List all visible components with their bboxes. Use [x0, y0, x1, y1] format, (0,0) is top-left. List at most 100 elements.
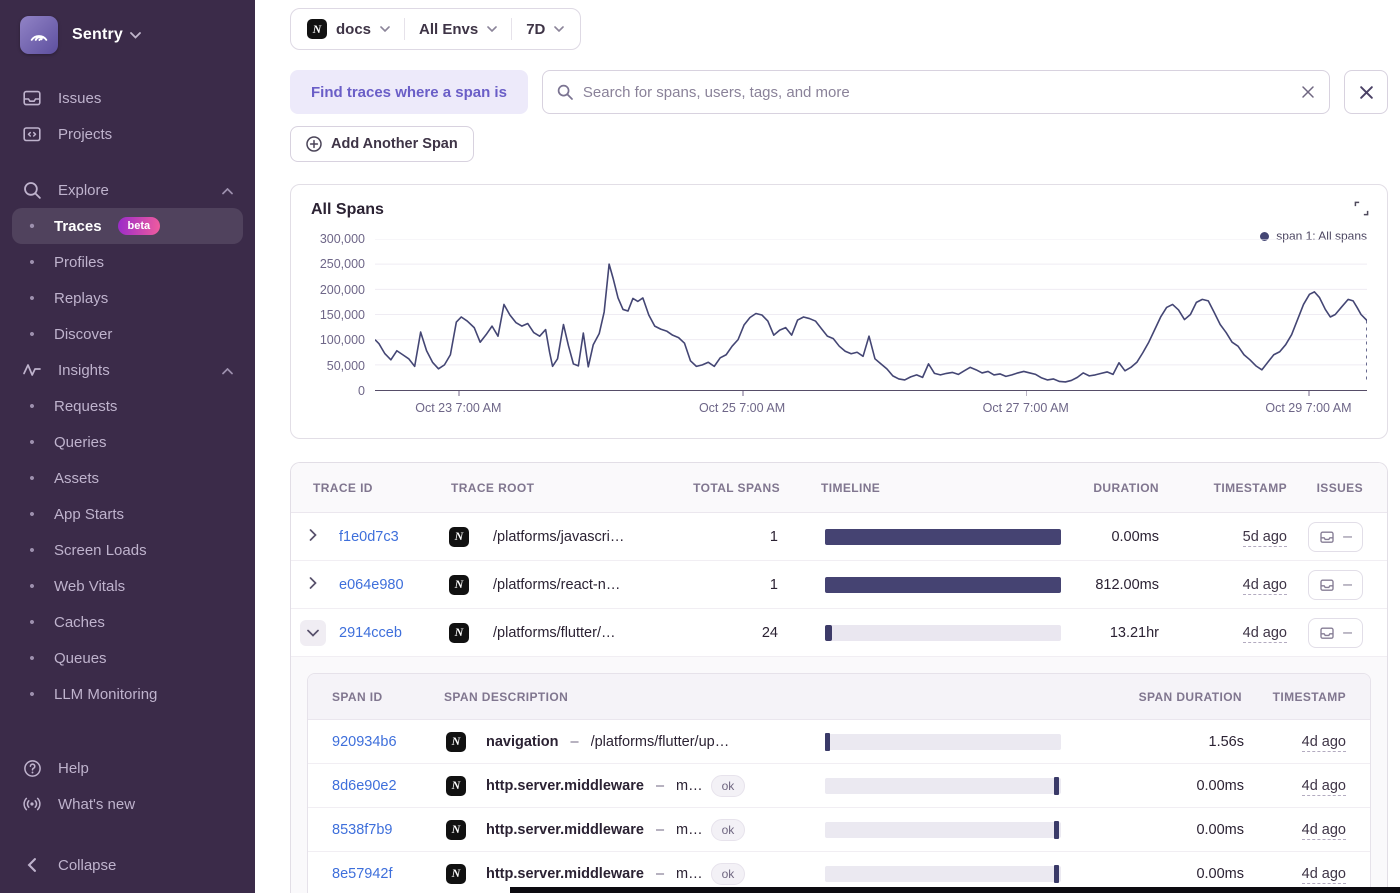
expand-chart-icon[interactable] — [1354, 201, 1369, 221]
span-duration: 1.56s — [1208, 733, 1244, 750]
sidebar-item-label: Queries — [54, 433, 107, 451]
trace-id-link[interactable]: f1e0d7c3 — [339, 529, 399, 545]
trace-id-link[interactable]: e064e980 — [339, 577, 404, 593]
bottom-edge-strip — [510, 887, 1400, 893]
col-header-trace-id[interactable]: TRACE ID — [291, 481, 439, 495]
span-status-badge: ok — [710, 862, 746, 885]
collapse-row-button[interactable] — [300, 619, 326, 646]
sidebar-item-what-s-new[interactable]: What's new — [12, 786, 243, 822]
sidebar-item-queues[interactable]: • Queues — [12, 640, 243, 676]
sidebar-item-profiles[interactable]: • Profiles — [12, 244, 243, 280]
span-search-box — [541, 70, 1330, 114]
col-header-trace-root[interactable]: TRACE ROOT — [439, 481, 688, 495]
sidebar-item-label: Discover — [54, 325, 113, 343]
col-header-issues[interactable]: ISSUES — [1299, 481, 1387, 495]
span-id-link[interactable]: 8e57942f — [332, 866, 392, 882]
sidebar-item-screen-loads[interactable]: • Screen Loads — [12, 532, 243, 568]
timeline-bar[interactable] — [825, 528, 1061, 545]
sidebar-item-traces[interactable]: • Traces beta — [12, 208, 243, 244]
issues-count-button[interactable]: – — [1308, 521, 1363, 552]
clear-search-icon[interactable] — [1301, 85, 1315, 99]
date-range-selector[interactable]: 7D — [526, 21, 565, 38]
span-id-link[interactable]: 8538f7b9 — [332, 822, 392, 838]
sidebar-item-help[interactable]: Help — [12, 750, 243, 786]
span-timestamp[interactable]: 4d ago — [1301, 865, 1346, 884]
remove-span-filter-button[interactable] — [1344, 70, 1388, 114]
timestamp[interactable]: 5d ago — [1242, 528, 1287, 547]
find-traces-label[interactable]: Find traces where a span is — [290, 70, 528, 114]
separator: – — [655, 865, 665, 882]
total-spans: 24 — [761, 624, 778, 641]
org-switcher[interactable]: Sentry — [12, 14, 243, 54]
sidebar-item-caches[interactable]: • Caches — [12, 604, 243, 640]
sidebar-item-requests[interactable]: • Requests — [12, 388, 243, 424]
trace-root: /platforms/javascri… — [493, 528, 625, 545]
col-header-span-duration[interactable]: SPAN DURATION — [1057, 690, 1246, 704]
environment-selector[interactable]: All Envs — [419, 21, 498, 38]
chevron-down-icon — [130, 31, 141, 39]
span-id-link[interactable]: 8d6e90e2 — [332, 778, 397, 794]
sidebar-item-label: Web Vitals — [54, 577, 126, 595]
sidebar-item-explore[interactable]: Explore — [12, 172, 243, 208]
chevron-down-icon — [487, 26, 498, 32]
sidebar-item-issues[interactable]: Issues — [12, 80, 243, 116]
col-header-total-spans[interactable]: TOTAL SPANS — [688, 481, 784, 495]
span-table: SPAN ID SPAN DESCRIPTION SPAN DURATION T… — [307, 673, 1371, 893]
span-timeline-bar[interactable] — [825, 820, 1061, 839]
bullet-icon: • — [29, 325, 35, 343]
all-spans-chart-panel: All Spans span 1: All spans 300,000 250,0… — [290, 184, 1388, 439]
expand-row-icon[interactable] — [309, 576, 317, 594]
span-timeline-bar[interactable] — [825, 776, 1061, 795]
nextjs-project-icon: N — [446, 775, 466, 796]
x-tick-mark — [1025, 391, 1028, 396]
issues-count-button[interactable]: – — [1308, 617, 1363, 648]
x-tick-mark — [1308, 391, 1310, 396]
col-header-span-timestamp[interactable]: TIMESTAMP — [1246, 690, 1370, 704]
sidebar-item-collapse[interactable]: Collapse — [12, 847, 243, 883]
chart-plot-area[interactable] — [375, 239, 1367, 391]
sidebar-item-queries[interactable]: • Queries — [12, 424, 243, 460]
span-search-input[interactable] — [582, 83, 1291, 101]
span-timeline-bar[interactable] — [825, 732, 1061, 751]
chart-x-axis: Oct 23 7:00 AM Oct 25 7:00 AM Oct 27 7:0… — [375, 391, 1367, 421]
col-header-timestamp[interactable]: TIMESTAMP — [1173, 481, 1299, 495]
timeline-bar[interactable] — [825, 624, 1061, 641]
sidebar-item-web-vitals[interactable]: • Web Vitals — [12, 568, 243, 604]
sidebar-item-projects[interactable]: Projects — [12, 116, 243, 152]
nextjs-project-icon: N — [446, 731, 466, 752]
sidebar-item-discover[interactable]: • Discover — [12, 316, 243, 352]
span-timeline-bar[interactable] — [825, 864, 1061, 883]
timestamp[interactable]: 4d ago — [1242, 576, 1287, 595]
span-timestamp[interactable]: 4d ago — [1301, 777, 1346, 796]
beta-badge: beta — [117, 217, 161, 235]
duration: 812.00ms — [1095, 576, 1159, 593]
sidebar-item-app-starts[interactable]: • App Starts — [12, 496, 243, 532]
issues-count-button[interactable]: – — [1308, 569, 1363, 600]
sidebar-item-llm-monitoring[interactable]: • LLM Monitoring — [12, 676, 243, 712]
span-description: m… — [676, 777, 703, 794]
span-timestamp[interactable]: 4d ago — [1301, 733, 1346, 752]
broadcast-icon — [22, 795, 42, 813]
col-header-timeline[interactable]: TIMELINE — [784, 481, 1057, 495]
span-timestamp[interactable]: 4d ago — [1301, 821, 1346, 840]
sidebar: Sentry Issues Projects Explore • Traces … — [0, 0, 255, 893]
duration: 0.00ms — [1111, 528, 1159, 545]
col-header-span-id[interactable]: SPAN ID — [308, 690, 442, 704]
chevron-up-icon — [222, 182, 233, 199]
project-selector[interactable]: N docs — [307, 19, 390, 39]
nextjs-project-icon: N — [449, 622, 469, 643]
span-id-link[interactable]: 920934b6 — [332, 734, 397, 750]
col-header-duration[interactable]: DURATION — [1057, 481, 1173, 495]
bullet-icon: • — [29, 253, 35, 271]
expand-row-icon[interactable] — [309, 528, 317, 546]
add-another-span-button[interactable]: Add Another Span — [290, 126, 474, 162]
sidebar-item-assets[interactable]: • Assets — [12, 460, 243, 496]
sidebar-item-label: Insights — [58, 361, 110, 379]
y-tick-label: 200,000 — [319, 282, 365, 297]
timestamp[interactable]: 4d ago — [1242, 624, 1287, 643]
trace-id-link[interactable]: 2914cceb — [339, 625, 402, 641]
sidebar-item-insights[interactable]: Insights — [12, 352, 243, 388]
sidebar-item-replays[interactable]: • Replays — [12, 280, 243, 316]
col-header-span-description[interactable]: SPAN DESCRIPTION — [442, 690, 821, 704]
timeline-bar[interactable] — [825, 576, 1061, 593]
